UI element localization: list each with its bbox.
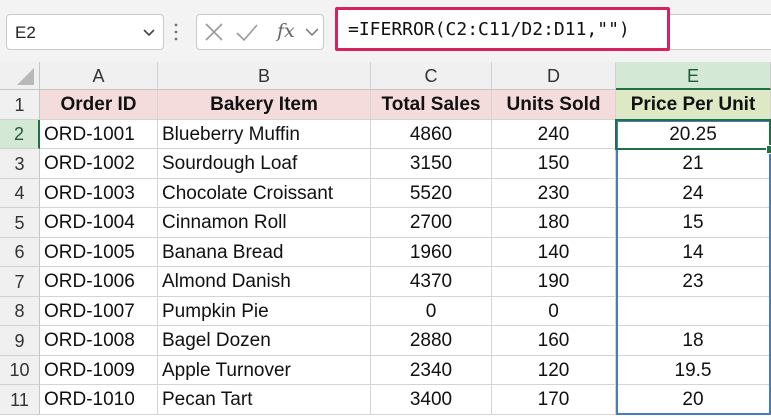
table-cell[interactable]: 23 xyxy=(616,267,771,297)
row-header[interactable]: 2 xyxy=(0,120,40,149)
table-cell[interactable]: ORD-1002 xyxy=(40,149,158,179)
table-cell[interactable]: 2340 xyxy=(371,356,492,385)
spreadsheet-grid: A B C D E 1 Order ID Bakery Item Total Sales Unit… xyxy=(0,62,771,418)
table-cell[interactable]: 230 xyxy=(492,179,616,208)
row-header[interactable]: 3 xyxy=(0,149,40,179)
table-cell[interactable]: 160 xyxy=(492,326,616,356)
table-cell[interactable]: ORD-1005 xyxy=(40,238,158,267)
table-cell[interactable]: 21 xyxy=(616,149,771,179)
table-cell[interactable]: ORD-1001 xyxy=(40,120,158,149)
expand-chevron-icon[interactable] xyxy=(305,28,319,37)
table-cell[interactable]: 0 xyxy=(371,297,492,326)
table-cell[interactable]: 140 xyxy=(492,238,616,267)
table-cell[interactable]: Almond Danish xyxy=(158,267,371,297)
table-cell[interactable]: 20 xyxy=(616,385,771,415)
table-cell[interactable]: Cinnamon Roll xyxy=(158,208,371,238)
table-cell[interactable]: ORD-1009 xyxy=(40,356,158,385)
select-all-corner[interactable] xyxy=(0,62,40,90)
table-cell[interactable]: ORD-1007 xyxy=(40,297,158,326)
row-header[interactable]: 10 xyxy=(0,356,40,385)
table-cell[interactable]: ORD-1006 xyxy=(40,267,158,297)
table-cell[interactable]: 180 xyxy=(492,208,616,238)
table-cell[interactable]: 20.25 xyxy=(616,120,771,149)
more-options-icon[interactable] xyxy=(173,22,179,42)
header-cell[interactable]: Price Per Unit xyxy=(616,90,771,120)
chevron-down-icon[interactable] xyxy=(141,24,157,40)
row-header[interactable]: 4 xyxy=(0,179,40,208)
table-cell[interactable]: 170 xyxy=(492,385,616,415)
table-cell[interactable]: 15 xyxy=(616,208,771,238)
table-cell[interactable]: 2880 xyxy=(371,326,492,356)
table-cell[interactable]: 18 xyxy=(616,326,771,356)
table-cell[interactable]: ORD-1010 xyxy=(40,385,158,415)
column-header-d[interactable]: D xyxy=(492,62,616,90)
table-cell[interactable]: Banana Bread xyxy=(158,238,371,267)
insert-function-icon[interactable]: fx xyxy=(277,20,295,42)
formula-input[interactable]: =IFERROR(C2:C11/D2:D11,"") xyxy=(335,7,670,51)
row-header[interactable]: 9 xyxy=(0,326,40,356)
table-cell[interactable]: 0 xyxy=(492,297,616,326)
row-header[interactable]: 8 xyxy=(0,297,40,326)
enter-check-icon[interactable] xyxy=(236,24,258,42)
table-cell[interactable]: 2700 xyxy=(371,208,492,238)
table-cell[interactable]: 24 xyxy=(616,179,771,208)
table-cell[interactable]: Blueberry Muffin xyxy=(158,120,371,149)
table-cell[interactable]: Sourdough Loaf xyxy=(158,149,371,179)
row-header[interactable]: 5 xyxy=(0,208,40,238)
table-cell[interactable]: 5520 xyxy=(371,179,492,208)
table-cell[interactable]: Apple Turnover xyxy=(158,356,371,385)
table-cell[interactable]: 240 xyxy=(492,120,616,149)
row-header[interactable]: 1 xyxy=(0,90,40,120)
name-box[interactable]: E2 xyxy=(6,14,164,50)
header-cell[interactable]: Bakery Item xyxy=(158,90,371,120)
formula-text: =IFERROR(C2:C11/D2:D11,"") xyxy=(348,19,630,40)
table-cell[interactable]: 14 xyxy=(616,238,771,267)
column-header-a[interactable]: A xyxy=(40,62,158,90)
column-header-c[interactable]: C xyxy=(371,62,492,90)
table-cell[interactable]: 3150 xyxy=(371,149,492,179)
row-header[interactable]: 6 xyxy=(0,238,40,267)
table-cell[interactable]: 4860 xyxy=(371,120,492,149)
table-cell[interactable]: Bagel Dozen xyxy=(158,326,371,356)
table-cell[interactable]: 150 xyxy=(492,149,616,179)
row-header[interactable]: 11 xyxy=(0,385,40,415)
formula-bar: E2 fx =IFERROR(C2:C11/D2:D11,"") xyxy=(0,0,771,62)
header-cell[interactable]: Total Sales xyxy=(371,90,492,120)
formula-buttons: fx xyxy=(196,14,324,50)
column-header-b[interactable]: B xyxy=(158,62,371,90)
header-cell[interactable]: Order ID xyxy=(40,90,158,120)
table-cell[interactable]: 19.5 xyxy=(616,356,771,385)
column-header-e[interactable]: E xyxy=(616,62,771,90)
cancel-icon[interactable] xyxy=(205,23,223,41)
table-cell[interactable]: 190 xyxy=(492,267,616,297)
table-cell[interactable]: Chocolate Croissant xyxy=(158,179,371,208)
header-cell[interactable]: Units Sold xyxy=(492,90,616,120)
table-cell[interactable]: ORD-1003 xyxy=(40,179,158,208)
formula-input-extension[interactable] xyxy=(670,14,771,50)
table-cell[interactable]: ORD-1008 xyxy=(40,326,158,356)
table-cell[interactable]: 1960 xyxy=(371,238,492,267)
table-cell[interactable]: Pecan Tart xyxy=(158,385,371,415)
table-cell[interactable] xyxy=(616,297,771,326)
table-cell[interactable]: 3400 xyxy=(371,385,492,415)
name-box-value: E2 xyxy=(15,23,36,42)
table-cell[interactable]: 4370 xyxy=(371,267,492,297)
fill-handle[interactable] xyxy=(766,145,771,154)
table-cell[interactable]: ORD-1004 xyxy=(40,208,158,238)
table-cell[interactable]: Pumpkin Pie xyxy=(158,297,371,326)
row-header[interactable]: 7 xyxy=(0,267,40,297)
table-cell[interactable]: 120 xyxy=(492,356,616,385)
